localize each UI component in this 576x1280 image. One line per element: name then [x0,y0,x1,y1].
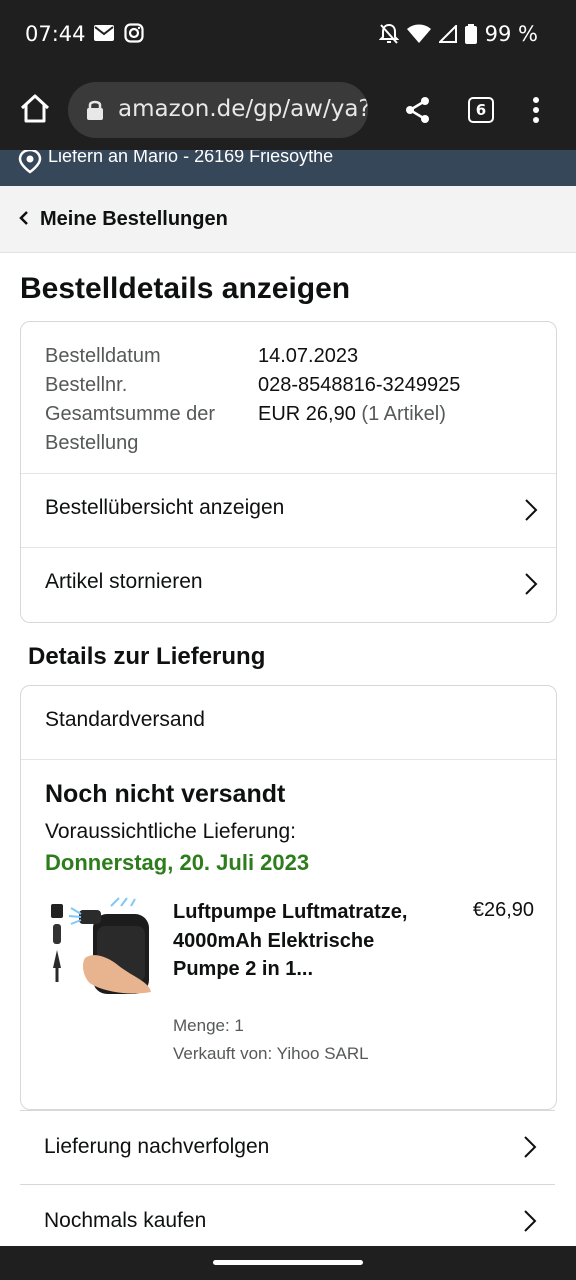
order-number-row: Bestellnr. 028-8548816-3249925 [45,371,545,400]
view-order-summary-link[interactable]: Bestellübersicht anzeigen [21,473,556,548]
battery-percent: 99 % [484,22,538,46]
chevron-right-icon [525,573,538,595]
instagram-icon [124,23,144,43]
track-delivery-link[interactable]: Lieferung nachverfolgen [20,1110,555,1185]
back-to-orders-link[interactable]: Meine Bestellungen [0,186,576,253]
navigation-gesture-bar [0,1246,576,1280]
cancel-items-link[interactable]: Artikel stornieren [21,547,556,622]
order-date-value: 14.07.2023 [258,345,359,367]
shipping-method: Standardversand [45,708,205,731]
share-button[interactable] [404,96,432,129]
home-icon [20,94,50,123]
shipment-card: Standardversand Noch nicht versandt Vora… [20,685,557,1110]
product-price: €26,90 [472,899,534,921]
page-title: Bestelldetails anzeigen [20,272,351,305]
track-delivery-label: Lieferung nachverfolgen [44,1135,270,1158]
order-number-value: 028-8548816-3249925 [258,374,461,396]
location-pin-icon [18,150,42,174]
order-number-label: Bestellnr. [45,374,128,396]
address-bar[interactable]: amazon.de/gp/aw/ya? [68,82,368,138]
gesture-handle[interactable] [213,1260,363,1265]
battery-icon [464,24,477,44]
view-order-summary-label: Bestellübersicht anzeigen [45,496,285,519]
browser-toolbar: amazon.de/gp/aw/ya? 6 [0,70,576,150]
buy-again-label: Nochmals kaufen [44,1209,207,1232]
eta-label: Voraussichtliche Lieferung: [45,820,296,843]
chevron-right-icon [524,1136,537,1158]
tab-switcher-button[interactable]: 6 [468,97,494,123]
order-summary-card: Bestelldatum 14.07.2023 Bestellnr. 028-8… [20,321,557,623]
status-time: 07:44 [25,22,86,46]
home-button[interactable] [18,92,52,126]
delivery-location-bar[interactable]: Liefern an Mario - 26169 Friesoythe [0,150,576,186]
order-item-count: (1 Artikel) [361,403,446,425]
signal-icon [438,25,457,43]
lock-icon [87,100,103,120]
delivery-location-text: Liefern an Mario - 26169 Friesoythe [48,150,334,166]
more-vert-icon [533,97,539,123]
divider [21,759,556,760]
order-date-row: Bestelldatum 14.07.2023 [45,342,545,371]
cancel-items-label: Artikel stornieren [45,570,203,593]
chevron-right-icon [524,1210,537,1232]
notification-icons [94,23,144,43]
delivery-section-title: Details zur Lieferung [28,643,266,670]
chevron-left-icon [19,211,28,225]
url-text: amazon.de/gp/aw/ya? [118,96,368,122]
bell-off-icon [378,23,399,44]
order-info: Bestelldatum 14.07.2023 Bestellnr. 028-8… [45,342,545,458]
product-image[interactable] [49,896,153,1000]
shipment-status: Noch nicht versandt [45,780,286,808]
order-total-value: EUR 26,90 (1 Artikel) [258,400,446,429]
status-right: 99 % [378,22,538,46]
wifi-icon [406,24,431,43]
product-seller: Verkauft von: Yihoo SARL [173,1044,369,1063]
mail-icon [94,25,114,41]
order-total-row: Gesamtsumme der Bestellung EUR 26,90 (1 … [45,400,545,458]
order-total-amount: EUR 26,90 [258,403,356,425]
status-bar: 07:44 99 % [0,0,576,70]
order-total-label: Gesamtsumme der Bestellung [45,403,216,454]
chevron-right-icon [525,499,538,521]
share-icon [406,97,429,123]
eta-date: Donnerstag, 20. Juli 2023 [45,850,310,875]
product-quantity: Menge: 1 [173,1016,244,1035]
overflow-menu-button[interactable] [531,96,541,129]
back-label: Meine Bestellungen [40,208,228,230]
product-title-link[interactable]: Luftpumpe Luftmatratze, 4000mAh Elektris… [173,898,413,984]
order-date-label: Bestelldatum [45,345,161,367]
